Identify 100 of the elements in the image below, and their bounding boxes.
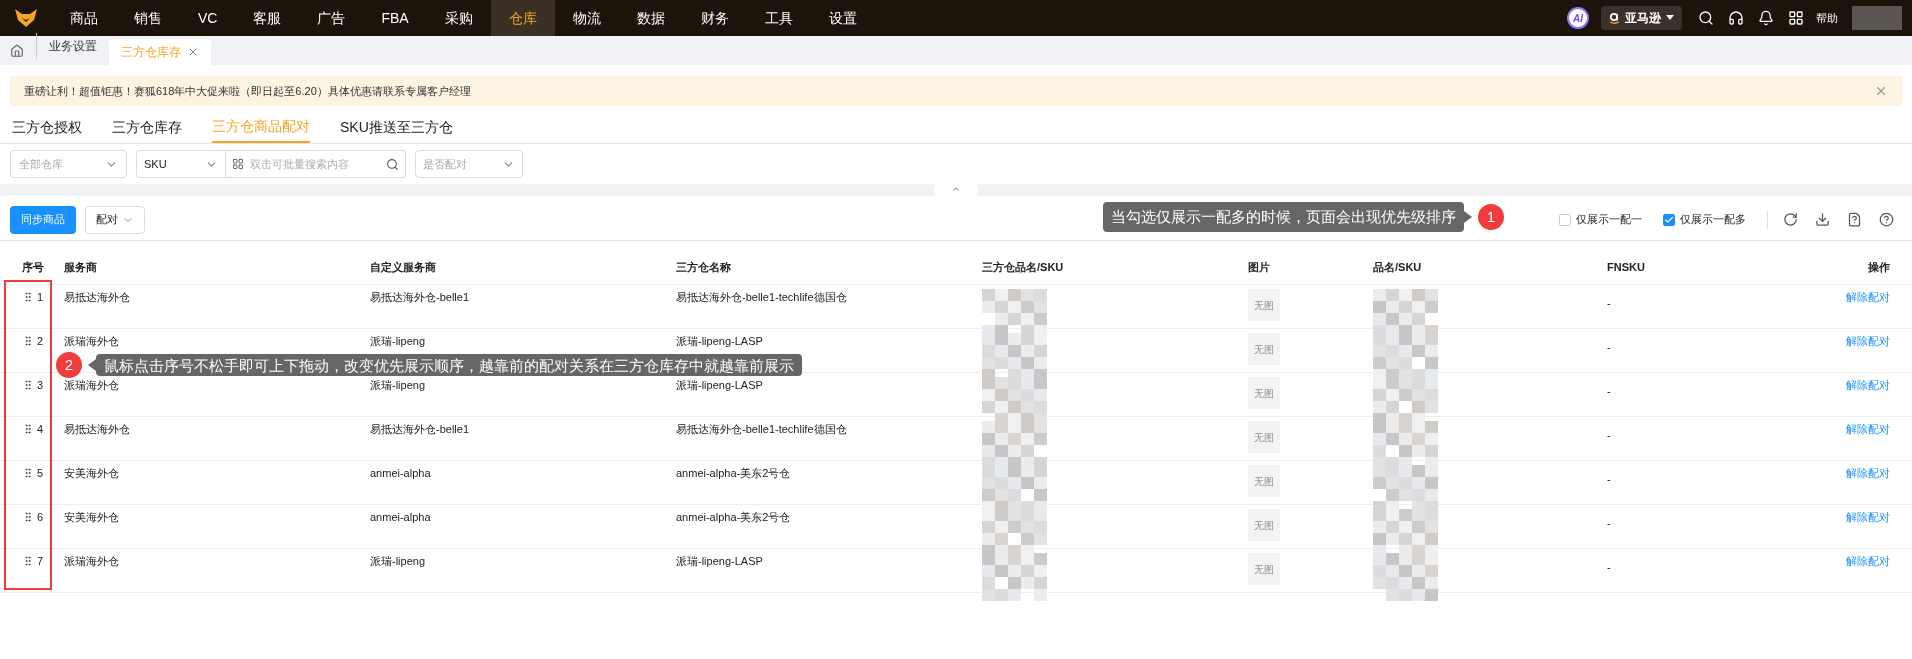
table-cell: 派瑞-lipeng <box>370 335 426 347</box>
pointer-icon <box>1464 211 1472 223</box>
drag-handle-icon[interactable] <box>22 555 34 568</box>
home-icon[interactable] <box>10 44 24 58</box>
nav-item[interactable]: 客服 <box>235 0 300 36</box>
table-cell: 派瑞海外仓 <box>64 555 119 567</box>
no-image-thumbnail: 无图 <box>1248 333 1280 365</box>
column-header: FNSKU <box>1607 261 1645 274</box>
row-number: 7 <box>37 554 44 569</box>
table-cell: - <box>1607 297 1611 309</box>
pair-dropdown[interactable]: 配对 <box>85 205 145 234</box>
document-question-icon[interactable] <box>1847 212 1862 227</box>
no-image-thumbnail: 无图 <box>1248 553 1280 585</box>
column-header: 图片 <box>1248 261 1270 274</box>
nav-item[interactable]: 仓库 <box>490 0 555 36</box>
sub-tab[interactable]: 三方仓授权 <box>12 111 82 143</box>
table-cell: 安美海外仓 <box>64 511 119 523</box>
table-cell: 派瑞海外仓 <box>64 379 119 391</box>
tab-label: 三方仓库存 <box>121 44 181 61</box>
grid-icon[interactable] <box>232 158 244 170</box>
row-number: 5 <box>37 466 44 481</box>
table-cell: anmei-alpha-美东2号仓 <box>676 511 791 523</box>
apps-icon[interactable] <box>1788 10 1804 26</box>
chevron-up-icon <box>951 184 961 194</box>
row-number: 6 <box>37 510 44 525</box>
table-cell: anmei-alpha <box>370 511 431 523</box>
table-cell: 易抵达海外仓-belle1 <box>370 291 470 303</box>
no-image-thumbnail: 无图 <box>1248 509 1280 541</box>
row-number: 2 <box>37 334 44 349</box>
headset-icon[interactable] <box>1728 10 1744 26</box>
platform-dropdown[interactable]: 亚马逊 <box>1601 6 1682 30</box>
checkbox-label: 仅展示一配多 <box>1680 212 1746 228</box>
table-cell: - <box>1607 517 1611 529</box>
fox-logo-icon <box>14 8 38 28</box>
drag-handle-icon[interactable] <box>22 511 34 524</box>
table-cell: 派瑞海外仓 <box>64 335 119 347</box>
nav-item[interactable]: 商品 <box>52 0 116 36</box>
drag-handle-icon[interactable] <box>22 291 34 304</box>
checkbox-label: 仅展示一配一 <box>1576 212 1642 228</box>
table-cell: 派瑞-lipeng-LASP <box>676 555 763 567</box>
drag-handle-icon[interactable] <box>22 335 34 348</box>
ai-badge[interactable]: AI <box>1567 7 1589 29</box>
drag-handle-icon[interactable] <box>22 467 34 480</box>
column-header: 三方仓品名/SKU <box>982 261 1064 274</box>
nav-item[interactable]: 采购 <box>426 0 491 36</box>
checkbox[interactable] <box>1559 213 1571 226</box>
search-icon[interactable] <box>386 157 399 171</box>
nav-item[interactable]: VC <box>180 0 236 36</box>
table-cell: - <box>1607 341 1611 353</box>
table-cell: - <box>1607 561 1611 573</box>
sub-tab[interactable]: 三方仓库存 <box>112 111 182 143</box>
callout-tooltip: 当勾选仅展示一配多的时候，页面会出现优先级排序 <box>1103 202 1464 232</box>
column-header: 品名/SKU <box>1373 261 1422 274</box>
bell-icon[interactable] <box>1758 10 1774 26</box>
table-cell: 安美海外仓 <box>64 467 119 479</box>
drag-handle-icon[interactable] <box>22 423 34 436</box>
table-cell: 易抵达海外仓-belle1-techlife德国仓 <box>676 423 847 435</box>
search-type-select[interactable]: SKU <box>136 150 226 178</box>
step-badge: 1 <box>1478 204 1504 230</box>
checkbox[interactable] <box>1663 213 1675 226</box>
row-number: 4 <box>37 422 44 437</box>
nav-item[interactable]: 财务 <box>682 0 747 36</box>
row-number: 1 <box>37 290 44 305</box>
nav-item[interactable]: 工具 <box>746 0 811 36</box>
no-image-thumbnail: 无图 <box>1248 289 1280 321</box>
table-cell: anmei-alpha-美东2号仓 <box>676 467 791 479</box>
table-cell: 易抵达海外仓-belle1-techlife德国仓 <box>676 291 847 303</box>
banner-text: 重磅让利！超值钜惠！赛狐618年中大促来啦（即日起至6.20）具体优惠请联系专属客户经理 <box>24 83 472 99</box>
drag-handle-icon[interactable] <box>22 379 34 392</box>
close-icon[interactable] <box>187 46 199 58</box>
nav-item[interactable]: FBA <box>363 0 427 36</box>
caret-icon <box>1666 15 1674 21</box>
refresh-icon[interactable] <box>1783 212 1798 227</box>
no-image-thumbnail: 无图 <box>1248 421 1280 453</box>
help-icon[interactable] <box>1879 212 1894 227</box>
close-icon[interactable] <box>1874 84 1888 98</box>
help-link[interactable]: 帮助 <box>1816 9 1838 27</box>
table-cell: 易抵达海外仓 <box>64 291 130 303</box>
column-header: 自定义服务商 <box>370 261 436 274</box>
sub-tab[interactable]: SKU推送至三方仓 <box>340 111 453 143</box>
amazon-icon <box>1609 12 1620 24</box>
pointer-icon <box>88 359 96 371</box>
table-cell: 派瑞-lipeng-LASP <box>676 335 763 347</box>
nav-item[interactable]: 设置 <box>810 0 875 36</box>
nav-item[interactable]: 销售 <box>116 0 180 36</box>
download-icon[interactable] <box>1815 212 1830 227</box>
column-header: 操作 <box>1868 261 1890 274</box>
table-cell: 派瑞-lipeng-LASP <box>676 379 763 391</box>
table-cell: - <box>1607 385 1611 397</box>
nav-item[interactable]: 数据 <box>618 0 683 36</box>
row-number: 3 <box>37 378 44 393</box>
table-cell: 派瑞-lipeng <box>370 555 426 567</box>
nav-item[interactable]: 物流 <box>554 0 619 36</box>
column-header: 三方仓名称 <box>676 261 731 274</box>
nav-item[interactable]: 广告 <box>299 0 364 36</box>
column-header: 服务商 <box>64 261 97 274</box>
step-badge: 2 <box>56 352 82 378</box>
search-icon[interactable] <box>1698 10 1714 26</box>
table-cell: - <box>1607 473 1611 485</box>
table-cell: - <box>1607 429 1611 441</box>
